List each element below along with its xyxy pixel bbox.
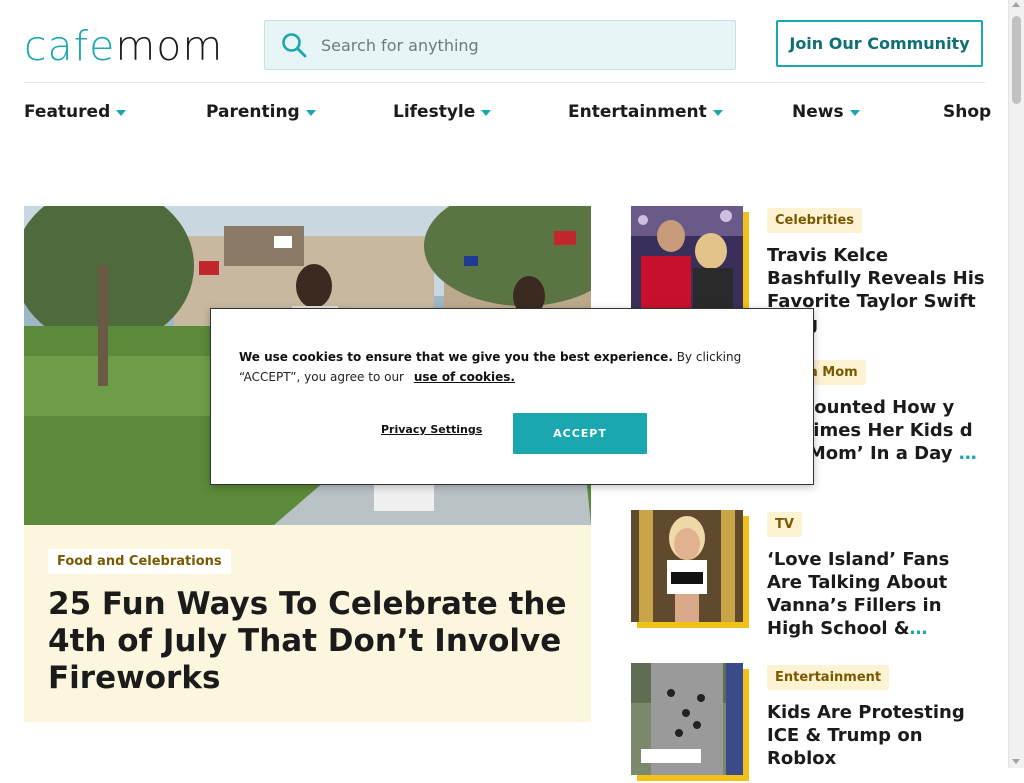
logo-cafe: cafe <box>24 22 116 70</box>
cookie-message: We use cookies to ensure that we give yo… <box>239 347 779 387</box>
category-tag[interactable]: TV <box>767 512 802 537</box>
logo-mom: mom <box>115 22 224 70</box>
article-title[interactable]: Kids Are Protesting ICE & Trump on Roblo… <box>767 701 985 770</box>
search-box[interactable] <box>264 20 736 70</box>
vertical-scrollbar[interactable] <box>1008 0 1024 768</box>
cookie-policy-link[interactable]: use of cookies. <box>414 370 515 384</box>
category-tag[interactable]: Entertainment <box>767 665 890 690</box>
thumbnail[interactable] <box>631 663 749 781</box>
title-ellipsis: … <box>958 443 977 464</box>
title-ellipsis: … <box>909 618 928 639</box>
nav-label: Lifestyle <box>393 102 476 122</box>
site-logo[interactable]: cafemom <box>24 24 223 68</box>
thumbnail[interactable] <box>631 510 749 628</box>
article-title-text: Counted How y Times Her Kids d ‘Mom’ In … <box>801 397 973 464</box>
article-title[interactable]: ‘Love Island’ Fans Are Talking About Van… <box>767 548 985 640</box>
thumbnail-image[interactable] <box>631 206 743 318</box>
thumbnail[interactable] <box>631 206 749 324</box>
cookie-consent-dialog: We use cookies to ensure that we give yo… <box>210 308 814 485</box>
side-article[interactable]: Entertainment Kids Are Protesting ICE & … <box>631 663 985 783</box>
cookie-message-bold: We use cookies to ensure that we give yo… <box>239 350 673 364</box>
scroll-down-arrow-icon[interactable] <box>1012 759 1020 764</box>
nav-label: Entertainment <box>568 102 707 122</box>
join-community-button[interactable]: Join Our Community <box>776 20 983 67</box>
accept-cookies-button[interactable]: ACCEPT <box>513 413 647 454</box>
nav-label: Featured <box>24 102 111 122</box>
caret-down-icon <box>481 110 492 116</box>
scrollbar-thumb[interactable] <box>1012 16 1021 104</box>
scroll-up-arrow-icon[interactable] <box>1012 2 1020 7</box>
caret-down-icon <box>849 110 860 116</box>
featured-title[interactable]: 25 Fun Ways To Celebrate the 4th of July… <box>48 586 568 697</box>
nav-item-parenting[interactable]: Parenting <box>206 102 316 122</box>
privacy-settings-button[interactable]: Privacy Settings <box>381 423 482 436</box>
header-divider <box>24 82 985 83</box>
article-title-text: Kids Are Protesting ICE & Trump on Roblo… <box>767 702 965 769</box>
nav-label: Shop <box>943 102 992 122</box>
article-title[interactable]: Counted How y Times Her Kids d ‘Mom’ In … <box>801 396 991 465</box>
nav-label: Parenting <box>206 102 300 122</box>
nav-label: News <box>792 102 844 122</box>
category-tag[interactable]: Food and Celebrations <box>48 549 231 574</box>
search-input[interactable] <box>321 21 721 69</box>
thumbnail-image[interactable] <box>631 663 743 775</box>
side-article[interactable]: TV ‘Love Island’ Fans Are Talking About … <box>631 510 985 639</box>
nav-item-shop[interactable]: Shop <box>943 102 991 122</box>
caret-down-icon <box>305 110 316 116</box>
caret-down-icon <box>116 110 127 116</box>
category-tag[interactable]: Celebrities <box>767 208 863 233</box>
thumbnail-image[interactable] <box>631 510 743 622</box>
nav-item-news[interactable]: News <box>792 102 860 122</box>
nav-item-lifestyle[interactable]: Lifestyle <box>393 102 492 122</box>
search-icon[interactable] <box>281 32 307 58</box>
nav-item-featured[interactable]: Featured <box>24 102 127 122</box>
caret-down-icon <box>712 110 723 116</box>
main-nav: Featured Parenting Lifestyle Entertainme… <box>24 102 991 128</box>
nav-item-entertainment[interactable]: Entertainment <box>568 102 723 122</box>
